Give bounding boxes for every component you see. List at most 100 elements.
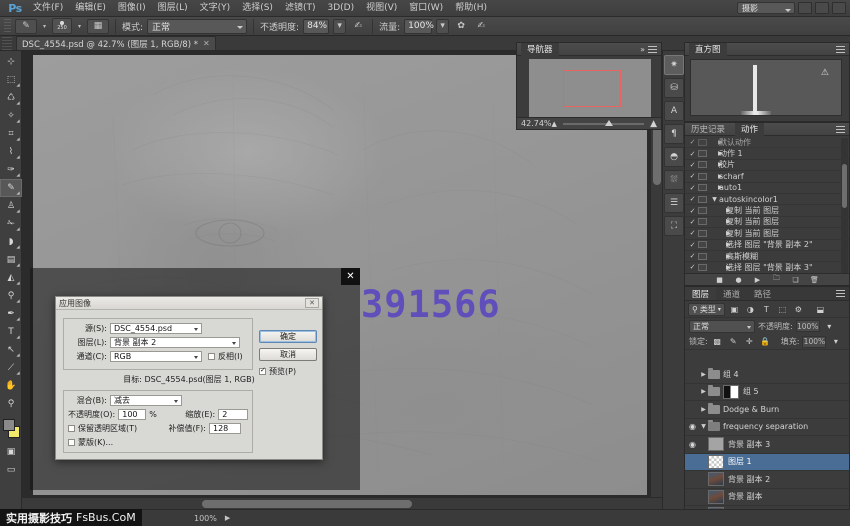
action-expand-icon[interactable]: ▶ <box>710 218 726 225</box>
menu-type[interactable]: 文字(Y) <box>194 0 237 17</box>
dialog-title-bar[interactable]: 应用图像 ✕ <box>56 297 322 310</box>
airbrush-toggle-icon[interactable]: ✿ <box>453 19 469 34</box>
canvas-horizontal-scrollbar[interactable] <box>22 497 662 509</box>
action-toggle-icon[interactable]: ✓ <box>687 138 698 146</box>
path-selection-tool[interactable]: ↖ <box>0 341 22 359</box>
eraser-tool[interactable]: ◗ <box>0 233 22 251</box>
layer-row[interactable]: ◉ ▼ frequency separation <box>685 419 849 437</box>
quick-mask-toggle[interactable]: ▣ <box>0 443 22 461</box>
action-expand-icon[interactable]: ▶ <box>710 150 719 157</box>
invert-checkbox-box[interactable] <box>208 353 215 360</box>
layer-mask-thumbnail[interactable] <box>723 385 739 399</box>
action-expand-icon[interactable]: ▶ <box>710 139 719 146</box>
navigator-zoom-slider[interactable] <box>563 123 644 125</box>
menu-view[interactable]: 视图(V) <box>360 0 403 17</box>
info-panel-icon[interactable]: ⛶ <box>664 216 684 236</box>
layer-fill-stepper-icon[interactable]: ▾ <box>829 335 842 348</box>
new-action-icon[interactable]: ❏ <box>791 275 800 284</box>
navigator-view-box[interactable] <box>563 70 621 107</box>
stop-icon[interactable]: ■ <box>715 275 724 284</box>
action-toggle-icon[interactable]: ✓ <box>687 263 698 271</box>
adjustments-panel-icon[interactable]: ✷ <box>664 55 684 75</box>
action-dialog-toggle-icon[interactable] <box>698 230 707 237</box>
channel-select[interactable]: RGB <box>110 351 202 362</box>
brush-preset-caret-icon[interactable]: ▾ <box>41 23 48 30</box>
action-expand-icon[interactable]: ▶ <box>710 253 726 260</box>
cancel-button[interactable]: 取消 <box>259 348 317 361</box>
character-panel-icon[interactable]: A <box>664 101 684 121</box>
action-toggle-icon[interactable]: ✓ <box>687 218 698 226</box>
action-expand-icon[interactable]: ▶ <box>710 173 719 180</box>
crop-tool[interactable]: ⌗ <box>0 125 22 143</box>
action-row[interactable]: ✓ ▶ 高斯模糊 <box>685 251 849 262</box>
lasso-tool[interactable]: ♺ <box>0 89 22 107</box>
zoom-out-icon[interactable]: ▲ <box>552 120 557 128</box>
gradient-tool[interactable]: ▤ <box>0 251 22 269</box>
action-row[interactable]: ✓ ▶ scharf <box>685 171 849 182</box>
action-row[interactable]: ✓ ▶ auto1 <box>685 183 849 194</box>
opacity-pressure-icon[interactable]: ✍ <box>350 19 366 34</box>
options-bar-grip[interactable] <box>4 19 11 34</box>
navigator-thumbnail[interactable] <box>529 59 651 117</box>
document-tab[interactable]: DSC_4554.psd @ 42.7% (图层 1, RGB/8) * ✕ <box>16 36 216 50</box>
offset-input[interactable]: 128 <box>209 423 241 434</box>
layer-row[interactable]: ◉ 背景 副本 2 <box>685 471 849 489</box>
filter-type-select[interactable]: ⚲ 类型 ▾ <box>688 303 725 316</box>
action-dialog-toggle-icon[interactable] <box>698 196 707 203</box>
menu-window[interactable]: 窗口(W) <box>403 0 449 17</box>
ok-button[interactable]: 确定 <box>259 330 317 343</box>
filter-pixel-icon[interactable]: ▣ <box>728 303 741 316</box>
tab-channels[interactable]: 通道 <box>716 287 747 300</box>
layer-row[interactable]: ◉ 背景 副本 <box>685 489 849 507</box>
layer-opacity-stepper-icon[interactable]: ▾ <box>823 320 836 333</box>
zoom-in-icon[interactable]: ▲ <box>650 119 657 129</box>
clone-stamp-tool[interactable]: ♙ <box>0 197 22 215</box>
action-expand-icon[interactable]: ▶ <box>710 184 719 191</box>
panel-menu-icon[interactable] <box>648 46 657 53</box>
mask-checkbox-box[interactable] <box>68 439 75 446</box>
action-toggle-icon[interactable]: ✓ <box>687 252 698 260</box>
menu-image[interactable]: 图像(I) <box>112 0 152 17</box>
layer-expand-icon[interactable]: ▶ <box>699 388 708 395</box>
screen-mode-toggle[interactable]: ▭ <box>0 461 22 479</box>
layer-list[interactable]: ◉ ▶ 组 4 ◉ ▶ 组 5 ◉ ▶ Dodge & Burn ◉ ▼ <box>685 366 849 509</box>
layer-visibility-icon[interactable]: ◉ <box>686 440 699 449</box>
record-icon[interactable]: ● <box>734 275 743 284</box>
brush-tool-icon[interactable]: ✎ <box>15 19 37 34</box>
blend-select[interactable]: 减去 <box>110 395 182 406</box>
action-dialog-toggle-icon[interactable] <box>698 253 707 260</box>
action-expand-icon[interactable]: ▶ <box>710 161 719 168</box>
close-button[interactable] <box>832 2 846 14</box>
action-dialog-toggle-icon[interactable] <box>698 264 707 271</box>
action-toggle-icon[interactable]: ✓ <box>687 150 698 158</box>
layer-expand-icon[interactable]: ▶ <box>699 371 708 378</box>
flow-stepper-icon[interactable]: ▾ <box>436 19 449 34</box>
spot-healing-tool[interactable]: ✑ <box>0 161 22 179</box>
lock-image-icon[interactable]: ✎ <box>727 335 740 348</box>
flow-input[interactable]: 100% <box>404 19 432 34</box>
pen-tool[interactable]: ✒ <box>0 305 22 323</box>
action-toggle-icon[interactable]: ✓ <box>687 241 698 249</box>
actions-scroll-thumb[interactable] <box>842 164 847 208</box>
zoom-tool[interactable]: ⚲ <box>0 395 22 413</box>
layer-visibility-icon[interactable]: ◉ <box>686 387 699 396</box>
tab-layers[interactable]: 图层 <box>685 287 716 300</box>
menu-select[interactable]: 选择(S) <box>236 0 279 17</box>
layer-thumbnail[interactable] <box>708 437 724 451</box>
menu-filter[interactable]: 滤镜(T) <box>279 0 322 17</box>
action-toggle-icon[interactable]: ✓ <box>687 184 698 192</box>
action-toggle-icon[interactable]: ✓ <box>687 229 698 237</box>
lock-position-icon[interactable]: ✛ <box>743 335 756 348</box>
color-swatches[interactable] <box>0 417 22 443</box>
action-dialog-toggle-icon[interactable] <box>698 150 707 157</box>
action-expand-icon[interactable]: ▼ <box>710 196 719 203</box>
actions-list[interactable]: ✓ ▶ 默认动作 ✓ ▶ 动作 1 ✓ ▶ 胶片 ✓ ▶ schar <box>685 137 849 273</box>
menu-3d[interactable]: 3D(D) <box>321 0 360 17</box>
layer-opacity-value[interactable]: 100% <box>796 320 820 332</box>
filter-type-text-icon[interactable]: T <box>760 303 773 316</box>
quick-selection-tool[interactable]: ✧ <box>0 107 22 125</box>
tab-paths[interactable]: 路径 <box>747 287 778 300</box>
minimize-button[interactable] <box>798 2 812 14</box>
action-expand-icon[interactable]: ▶ <box>710 241 726 248</box>
panel-menu-icon[interactable] <box>836 290 845 297</box>
